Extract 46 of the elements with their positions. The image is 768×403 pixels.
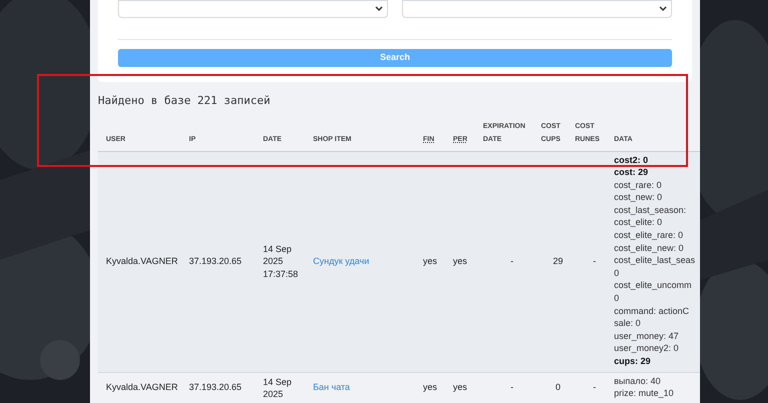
select-field[interactable] <box>402 0 672 18</box>
date-text: 14 Sep <box>263 242 293 256</box>
table-cell-text: yes <box>453 381 468 394</box>
shop-item-link[interactable]: Сундук удачи <box>313 254 370 268</box>
table-cell-text: - <box>510 381 514 394</box>
select-field[interactable] <box>118 0 388 18</box>
table-cell-text: yes <box>423 381 438 394</box>
table-cell-text: yes <box>453 254 468 268</box>
date-text: 14 Sep <box>263 376 293 388</box>
table-cell-text: - <box>593 381 596 394</box>
data-line: prize: mute_10 <box>614 387 675 400</box>
data-line: cost_rare: 0 <box>614 178 663 192</box>
shop-item-link[interactable]: Бан чата <box>313 381 350 395</box>
table-cell-text: 37.193.20.65 <box>189 254 243 268</box>
date-text: 2025 <box>263 255 284 268</box>
data-line: cost_elite: 0 <box>614 216 664 230</box>
data-line: cost_elite_uncomm <box>614 279 693 292</box>
data-line: cost_elite_new: 0 <box>614 242 685 254</box>
data-line: cost_new: 0 <box>614 191 664 204</box>
date-text: 17:37:58 <box>263 268 300 280</box>
data-line: cost_elite_last_seas <box>614 254 696 267</box>
table-cell-text: 37.193.20.65 <box>189 381 243 394</box>
search-button[interactable]: Search <box>118 49 672 67</box>
data-line: user_money2: 0 <box>614 342 680 355</box>
table-cell-text: 29 <box>552 254 563 268</box>
data-line: command: actionC <box>614 304 690 318</box>
date-text: 2025 <box>263 388 284 401</box>
data-line: user_money: 47 <box>614 330 680 342</box>
table-cell-text: - <box>593 254 596 268</box>
data-line: cost: 29 <box>614 166 650 179</box>
result-summary: Найдено в базе 221 записей <box>98 93 272 109</box>
chevron-down-icon <box>375 6 383 12</box>
data-line: выпало: 40 <box>614 374 662 388</box>
chevron-down-icon <box>659 6 667 12</box>
data-line: cups: 29 <box>614 355 652 368</box>
table-cell-text: 0 <box>555 381 560 394</box>
data-line: 0 <box>614 266 620 280</box>
data-line: cost_last_season: <box>614 204 688 216</box>
data-line: cost2: 0 <box>614 154 650 166</box>
table-cell-text: Kyvalda.VAGNER <box>106 381 179 394</box>
data-line: cost_elite_rare: 0 <box>614 229 684 242</box>
data-line: 0 <box>614 292 620 305</box>
table-cell-text: yes <box>423 254 438 268</box>
data-line: sale: 0 <box>614 317 642 330</box>
table-cell-text: - <box>510 254 514 268</box>
table-cell-text: Kyvalda.VAGNER <box>106 254 179 268</box>
